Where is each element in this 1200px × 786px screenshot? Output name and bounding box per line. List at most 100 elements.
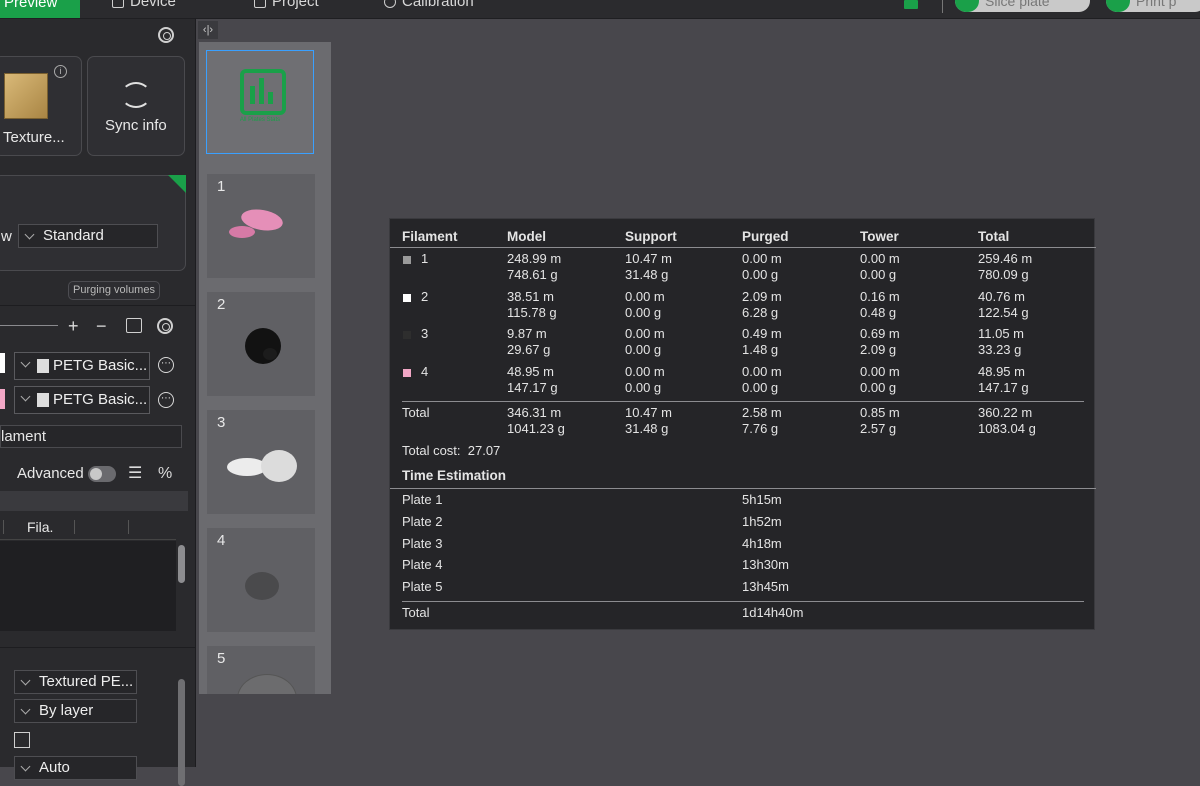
filament-purged-cell: 2.09 m 6.28 g (742, 288, 782, 320)
plate-time-label: Plate 4 (402, 557, 443, 573)
filament-dropdown-1[interactable]: PETG Basic... (14, 352, 150, 380)
tab-preview-label: Preview (4, 0, 58, 11)
filament-id: 1 (421, 251, 429, 266)
plate-4-model (245, 572, 279, 600)
object-table-header: Fila. (0, 516, 176, 540)
slice-dropdown-icon (955, 0, 979, 12)
plate-number: 4 (217, 532, 226, 549)
filament-model-cell: 9.87 m 29.67 g (507, 326, 551, 357)
stats-icon (240, 69, 286, 115)
plate-5-model (237, 674, 297, 694)
all-plates-stats-label: All Plates Stats (239, 117, 281, 123)
time-estimation-title: Time Estimation (402, 468, 507, 483)
total-support: 10.47 m 31.48 g (625, 405, 672, 436)
plate-thumb-4[interactable]: 4 (207, 528, 315, 632)
filament-column-header: Fila. (27, 519, 54, 535)
plate-thumb-3[interactable]: 3 (207, 410, 315, 514)
total-rule (402, 401, 1084, 402)
filament-sync-icon[interactable] (126, 318, 142, 333)
col-header-total: Total (978, 229, 1010, 244)
plate-thumb-5[interactable]: 5 (207, 646, 315, 694)
filament-settings-gear-icon[interactable] (157, 318, 173, 334)
plate-type-card[interactable]: i Texture... (0, 56, 82, 156)
plate-time-label: Plate 2 (402, 513, 443, 529)
sync-icon (121, 82, 151, 108)
printer-settings-gear-icon[interactable] (158, 27, 174, 43)
advanced-label: Advanced (17, 465, 84, 482)
total-model: 346.31 m 1041.23 g (507, 405, 565, 436)
advanced-toggle[interactable] (88, 466, 116, 482)
compare-icon[interactable]: % (158, 465, 172, 483)
tab-preview[interactable]: Preview (0, 0, 80, 18)
col-header-model: Model (507, 229, 546, 244)
col-header-filament: Filament (402, 229, 458, 244)
section-divider-2 (0, 647, 196, 648)
sync-info-label: Sync info (105, 117, 167, 134)
filament-swatch-1[interactable] (0, 353, 5, 373)
header-rule (390, 247, 1096, 248)
plate-number: 5 (217, 650, 226, 667)
sync-info-button[interactable]: Sync info (87, 56, 185, 156)
filament-dropdown-2[interactable]: PETG Basic... (14, 386, 150, 414)
flow-value: Standard (43, 227, 104, 244)
slice-plate-button[interactable]: Slice plate (955, 0, 1090, 12)
filament-id: 3 (421, 326, 429, 341)
filament-color-swatch (403, 331, 411, 339)
plate-time-label: Plate 3 (402, 535, 443, 551)
plate-time-value: 4h18m (742, 535, 782, 551)
filament-purged-cell: 0.49 m 1.48 g (742, 326, 782, 357)
tab-project[interactable]: Project (254, 0, 319, 10)
filament-swatch-2[interactable] (0, 389, 5, 409)
print-dropdown-icon (1106, 0, 1130, 12)
filament-edit-icon[interactable]: ⋯ (158, 357, 174, 373)
col-header-tower: Tower (860, 229, 899, 244)
plate-thumb-1[interactable]: 1 (207, 174, 315, 278)
filament-support-cell: 0.00 m 0.00 g (625, 326, 665, 357)
filament-name-2: PETG Basic... (53, 391, 148, 408)
filament-section-label: lament (1, 428, 47, 445)
plate-2-model (245, 328, 281, 364)
process-card: w Standard (0, 175, 186, 271)
add-filament-icon[interactable]: + (68, 317, 79, 335)
plate-type-dropdown[interactable]: Textured PE... (14, 670, 137, 694)
all-plates-stats-thumb[interactable]: All Plates Stats (206, 50, 314, 154)
info-icon[interactable]: i (54, 65, 67, 78)
object-list[interactable] (0, 541, 176, 631)
time-rule (390, 488, 1096, 489)
filament-tower-cell: 0.69 m 2.09 g (860, 326, 900, 357)
filament-support-cell: 10.47 m 31.48 g (625, 251, 672, 282)
auto-value: Auto (39, 759, 70, 776)
total-purged: 2.58 m 7.76 g (742, 405, 782, 436)
top-toolbar: Preview Device Project Calibration Slice… (0, 0, 1200, 19)
auto-dropdown[interactable]: Auto (14, 756, 137, 780)
purging-volumes-label: Purging volumes (73, 284, 155, 296)
collapse-sidebar-button[interactable]: ‹|› (198, 21, 218, 39)
plate-type-label: Texture... (3, 129, 65, 146)
filament-edit-icon[interactable]: ⋯ (158, 392, 174, 408)
purging-volumes-button[interactable]: Purging volumes (68, 281, 160, 300)
print-plate-button[interactable]: Print p (1106, 0, 1200, 12)
plate-thumbnail-list: All Plates Stats 1 2 3 4 5 (199, 42, 331, 694)
option-checkbox[interactable] (14, 732, 30, 748)
filament-support-cell: 0.00 m 0.00 g (625, 363, 665, 395)
remove-filament-icon[interactable]: − (96, 317, 107, 335)
list-icon[interactable]: ☰ (128, 465, 142, 483)
settings-scrollbar[interactable] (178, 679, 185, 786)
flow-dropdown[interactable]: Standard (18, 224, 158, 248)
plate-1-model-part (229, 226, 255, 238)
plate-number: 1 (217, 178, 226, 195)
object-list-scrollbar[interactable] (178, 545, 185, 583)
total-tower: 0.85 m 2.57 g (860, 405, 900, 436)
filament-model-cell: 48.95 m 147.17 g (507, 363, 558, 395)
filament-model-cell: 38.51 m 115.78 g (507, 288, 557, 320)
plate-time-value: 13h45m (742, 579, 789, 595)
modified-corner-icon (168, 175, 186, 193)
tab-calibration[interactable]: Calibration (384, 0, 474, 10)
time-total-value: 1d14h40m (742, 605, 804, 620)
plate-thumb-2[interactable]: 2 (207, 292, 315, 396)
sequence-dropdown[interactable]: By layer (14, 699, 137, 723)
plate-view-icon[interactable] (904, 0, 918, 9)
plate-time-value: 1h52m (742, 513, 782, 529)
all-plates-stats-panel: Filament Model Support Purged Tower Tota… (389, 218, 1096, 630)
tab-device[interactable]: Device (112, 0, 176, 10)
